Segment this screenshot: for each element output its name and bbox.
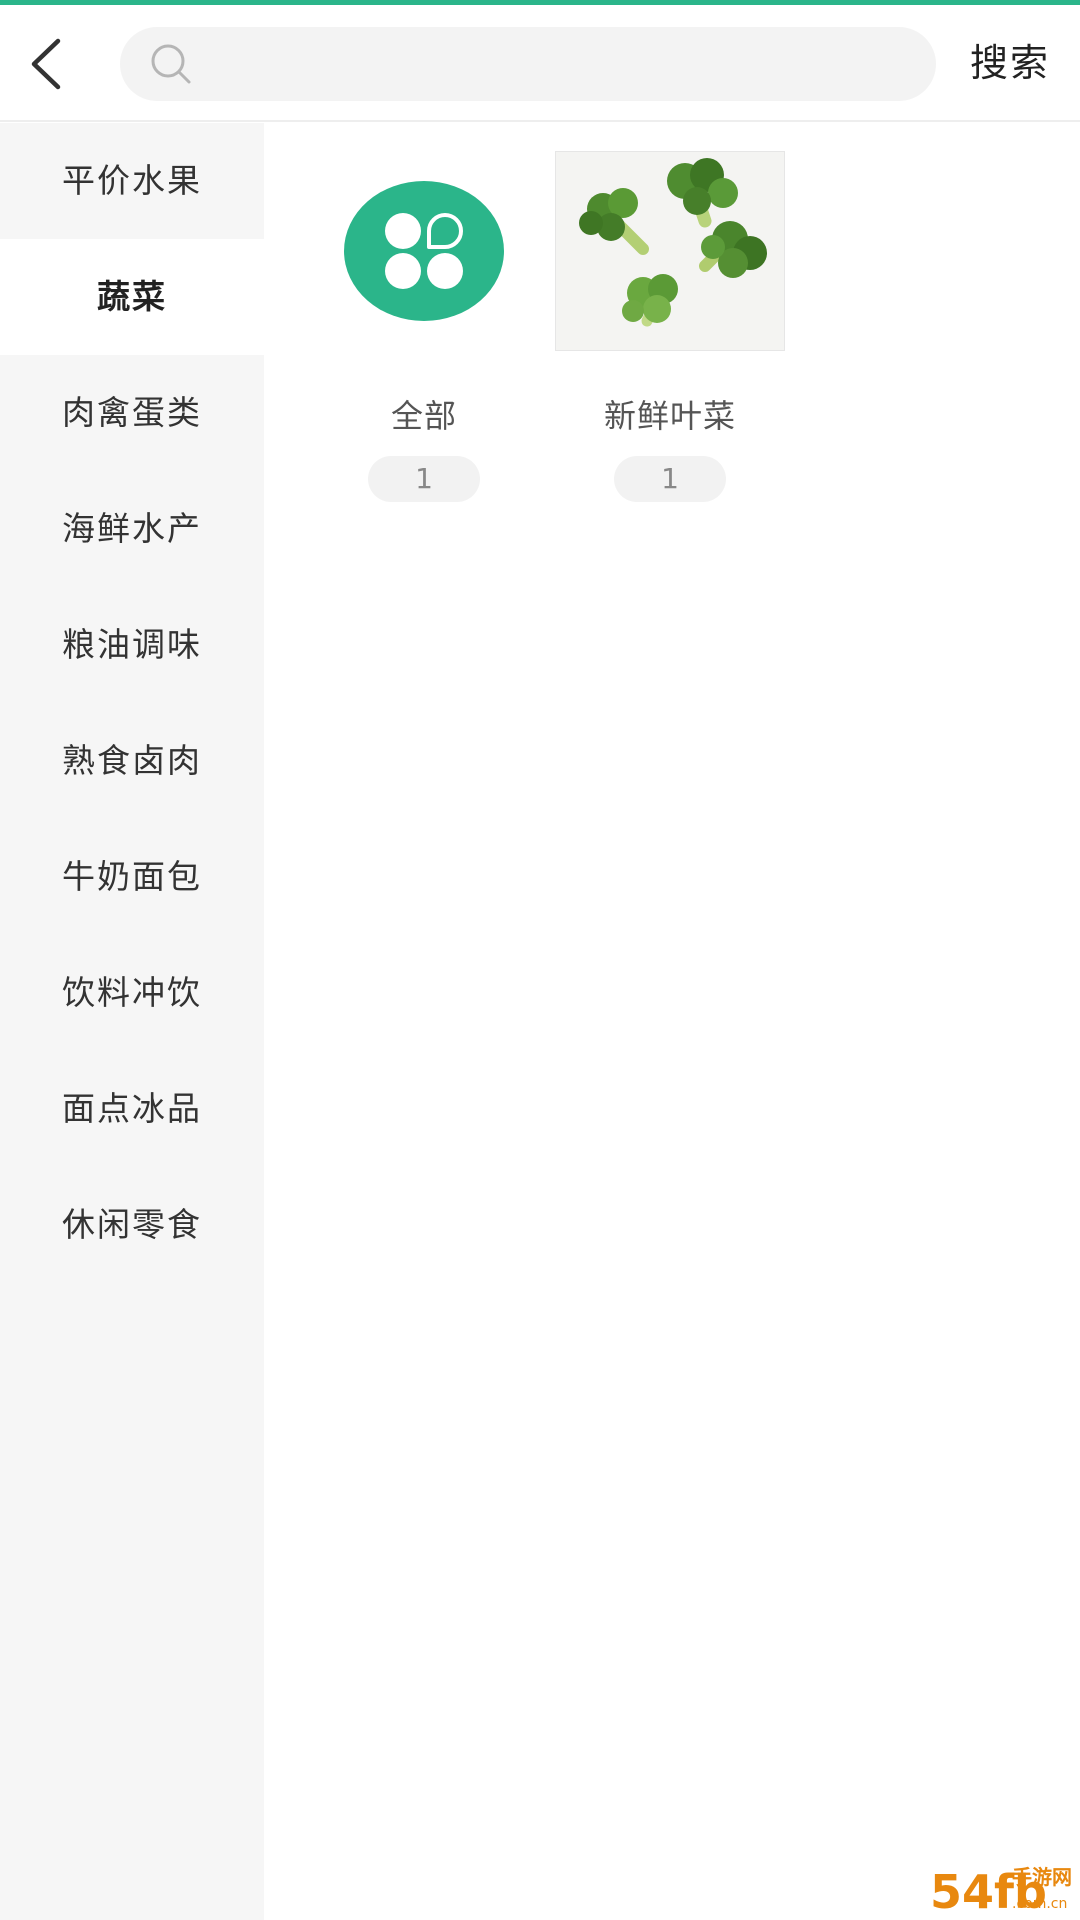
search-input[interactable] xyxy=(210,27,910,101)
sidebar-item-grain-oil[interactable]: 粮油调味 xyxy=(0,587,264,703)
back-button[interactable] xyxy=(14,29,84,99)
broccoli-image xyxy=(555,151,785,351)
subcategory-thumb xyxy=(309,151,539,351)
category-sidebar: 平价水果 蔬菜 肉禽蛋类 海鲜水产 粮油调味 熟食卤肉 牛奶面包 饮料冲饮 面点… xyxy=(0,123,264,1920)
watermark-logo: 54fb 手游网 .com.cn xyxy=(928,1858,1078,1916)
search-box[interactable] xyxy=(120,27,936,101)
sidebar-item-vegetables[interactable]: 蔬菜 xyxy=(0,239,264,355)
subcategory-grid: 全部 1 新鲜叶菜 1 xyxy=(264,123,1080,1920)
subcategory-name: 新鲜叶菜 xyxy=(603,397,736,435)
header: 搜索 xyxy=(0,5,1080,122)
sidebar-item-meat-eggs[interactable]: 肉禽蛋类 xyxy=(0,355,264,471)
watermark-site-name: 手游网 xyxy=(1012,1865,1072,1889)
subcategory-count-badge: 1 xyxy=(368,456,480,502)
search-button[interactable]: 搜索 xyxy=(955,23,1065,103)
subcategory-count-badge: 1 xyxy=(614,456,726,502)
all-categories-icon xyxy=(344,181,504,321)
subcategory-thumb xyxy=(555,151,785,351)
sidebar-item-beverages[interactable]: 饮料冲饮 xyxy=(0,935,264,1051)
sidebar-item-seafood[interactable]: 海鲜水产 xyxy=(0,471,264,587)
category-page: 搜索 平价水果 蔬菜 肉禽蛋类 海鲜水产 粮油调味 熟食卤肉 牛奶面包 饮料冲饮… xyxy=(0,0,1080,1920)
sidebar-item-fruits[interactable]: 平价水果 xyxy=(0,123,264,239)
search-icon xyxy=(148,41,194,87)
subcategory-card-leafy-greens[interactable]: 新鲜叶菜 1 xyxy=(555,151,785,521)
sidebar-item-frozen[interactable]: 面点冰品 xyxy=(0,1051,264,1167)
sidebar-item-deli[interactable]: 熟食卤肉 xyxy=(0,703,264,819)
watermark-domain: .com.cn xyxy=(1012,1896,1067,1912)
subcategory-name: 全部 xyxy=(390,397,457,435)
subcategory-card-all[interactable]: 全部 1 xyxy=(309,151,539,521)
sidebar-item-milk-bread[interactable]: 牛奶面包 xyxy=(0,819,264,935)
sidebar-item-snacks[interactable]: 休闲零食 xyxy=(0,1167,264,1283)
chevron-left-icon xyxy=(31,38,61,90)
